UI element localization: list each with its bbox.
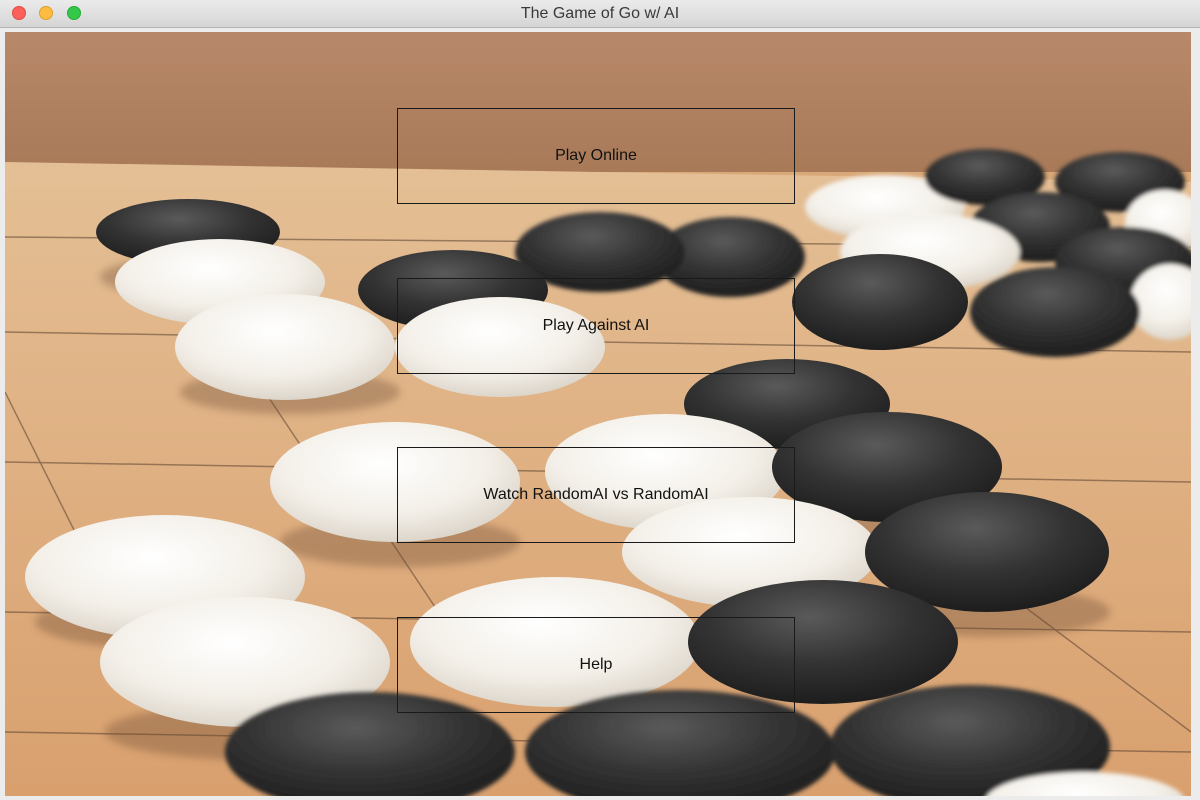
title-bar[interactable]: The Game of Go w/ AI <box>0 0 1200 28</box>
main-menu-panel: Play Online Play Against AI Watch Random… <box>5 32 1191 796</box>
app-window: The Game of Go w/ AI Play Online Play Ag… <box>0 0 1200 800</box>
window-title: The Game of Go w/ AI <box>520 5 680 22</box>
play-against-ai-button[interactable]: Play Against AI <box>397 278 795 374</box>
watch-ai-vs-ai-button[interactable]: Watch RandomAI vs RandomAI <box>397 447 795 543</box>
help-button[interactable]: Help <box>397 617 795 713</box>
play-online-button[interactable]: Play Online <box>397 108 795 204</box>
